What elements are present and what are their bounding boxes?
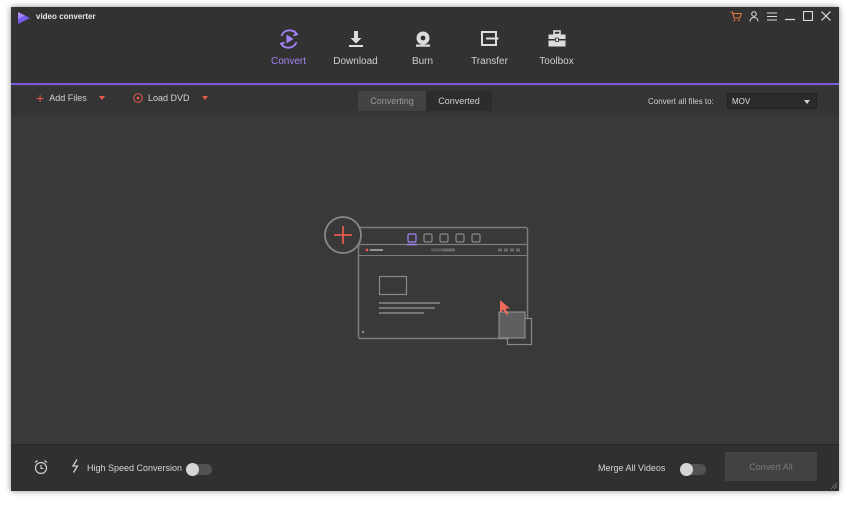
add-files-label: Add Files (49, 93, 87, 103)
play-logo-icon (18, 12, 30, 24)
close-icon[interactable] (819, 9, 833, 23)
merge-all-videos-toggle[interactable] (680, 463, 706, 476)
high-speed-conversion-toggle[interactable] (186, 463, 212, 476)
convert-all-files-label: Convert all files to: (648, 97, 714, 106)
tab-download[interactable]: Download (322, 26, 389, 85)
alarm-clock-icon[interactable] (33, 459, 49, 475)
load-dvd-label: Load DVD (148, 93, 190, 103)
output-format-select[interactable]: MOV (727, 93, 817, 109)
menu-icon[interactable] (765, 9, 779, 23)
add-files-button[interactable]: + Add Files (36, 90, 105, 106)
download-icon (343, 28, 369, 50)
tab-toolbox[interactable]: Toolbox (523, 26, 590, 85)
tab-transfer-label: Transfer (471, 56, 508, 67)
drop-area[interactable] (11, 115, 839, 445)
main-nav: Convert Download Burn Transfer Toolbox (255, 26, 590, 85)
merge-all-videos-label: Merge All Videos (598, 463, 666, 473)
chevron-down-icon (804, 100, 810, 104)
toolbar: + Add Files Load DVD Converting Converte… (11, 86, 839, 116)
tab-transfer[interactable]: Transfer (456, 26, 523, 85)
transfer-icon (477, 28, 503, 50)
convert-all-button[interactable]: Convert All (725, 452, 817, 481)
app-title: video converter (36, 12, 96, 21)
conversion-status-tabs: Converting Converted (358, 91, 492, 111)
user-icon[interactable] (747, 9, 761, 23)
dvd-icon (133, 93, 143, 103)
tab-toolbox-label: Toolbox (539, 56, 574, 67)
high-speed-conversion-label: High Speed Conversion (87, 463, 183, 473)
minimize-icon[interactable] (783, 9, 797, 23)
burn-icon (410, 28, 436, 50)
load-dvd-dropdown-icon[interactable] (201, 96, 208, 100)
app-window: video converter Convert Download Burn Tr… (11, 7, 839, 491)
load-dvd-button[interactable]: Load DVD (133, 93, 208, 103)
tab-burn[interactable]: Burn (389, 26, 456, 85)
convert-icon (276, 28, 302, 50)
tab-convert[interactable]: Convert (255, 26, 322, 85)
resize-grip-icon[interactable] (831, 483, 837, 489)
plus-icon: + (36, 90, 45, 106)
footer-bar: High Speed Conversion Merge All Videos C… (11, 444, 839, 491)
lightning-icon (71, 459, 79, 473)
cart-icon[interactable] (729, 9, 743, 23)
add-files-dropdown-icon[interactable] (98, 96, 105, 100)
active-tab-underline (11, 83, 839, 85)
toggle-knob (680, 463, 693, 476)
window-controls (729, 9, 833, 23)
title-bar: video converter Convert Download Burn Tr… (11, 7, 839, 85)
maximize-icon[interactable] (801, 9, 815, 23)
add-files-illustration[interactable] (323, 215, 535, 347)
tab-converting[interactable]: Converting (358, 91, 426, 111)
tab-convert-label: Convert (270, 56, 306, 67)
tab-download-label: Download (333, 56, 378, 67)
tab-burn-label: Burn (411, 56, 434, 67)
tab-converted[interactable]: Converted (426, 91, 492, 111)
toggle-knob (186, 463, 199, 476)
toolbox-icon (544, 28, 570, 50)
output-format-value: MOV (732, 96, 751, 106)
